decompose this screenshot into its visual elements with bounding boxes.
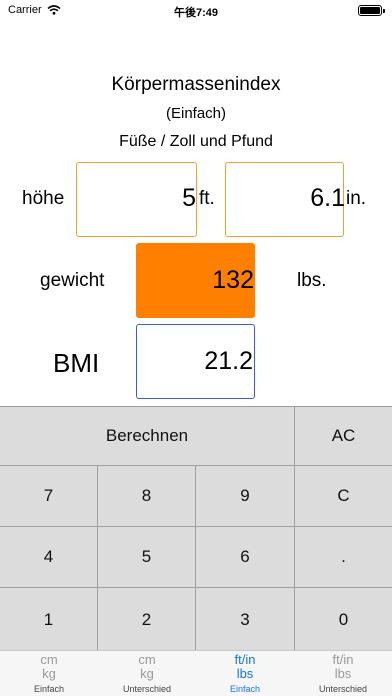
feet-value: 5 [182, 184, 196, 212]
keypad: Berechnen AC 7 8 9 C 4 5 6 . 1 2 3 0 [0, 406, 392, 651]
inches-unit-label: in. [346, 188, 367, 209]
clear-button[interactable]: C [295, 466, 392, 527]
weight-unit-label: lbs. [297, 270, 327, 291]
key-1[interactable]: 1 [0, 588, 98, 651]
unit-description: Füße / Zoll und Pfund [119, 133, 273, 150]
tab-line2: lbs [334, 666, 352, 681]
key-2[interactable]: 2 [98, 588, 196, 651]
decimal-point-key[interactable]: . [295, 527, 392, 588]
tab-metric-simple[interactable]: cm kg Einfach [0, 651, 98, 696]
tab-line1: ft/in [332, 652, 354, 667]
key-0[interactable]: 0 [295, 588, 392, 651]
tab-imperial-difference[interactable]: ft/in lbs Unterschied [294, 651, 392, 696]
tab-imperial-simple[interactable]: ft/in lbs Einfach [196, 651, 294, 696]
key-6[interactable]: 6 [196, 527, 295, 588]
key-9[interactable]: 9 [196, 466, 295, 527]
page-title: Körpermassenindex [111, 74, 281, 95]
page-subtitle: (Einfach) [165, 105, 227, 122]
tab-caption: Einfach [229, 684, 261, 694]
tab-caption: Unterschied [318, 684, 368, 694]
calculate-button[interactable]: Berechnen [0, 407, 295, 466]
status-bar: Carrier 午後7:49 [0, 0, 392, 22]
feet-unit-label: ft. [199, 188, 215, 209]
tab-caption: Unterschied [122, 684, 172, 694]
tab-line2: lbs [236, 666, 254, 681]
tab-line1: cm [138, 652, 156, 667]
battery-icon [358, 5, 385, 16]
tab-caption: Einfach [33, 684, 65, 694]
tab-metric-difference[interactable]: cm kg Unterschied [98, 651, 196, 696]
tab-line2: kg [42, 666, 56, 681]
key-5[interactable]: 5 [98, 527, 196, 588]
key-8[interactable]: 8 [98, 466, 196, 527]
weight-label: gewicht [40, 270, 105, 291]
height-label: höhe [22, 188, 65, 209]
key-4[interactable]: 4 [0, 527, 98, 588]
key-3[interactable]: 3 [196, 588, 295, 651]
tab-bar: cm kg Einfach cm kg Unterschied ft/in lb… [0, 650, 392, 696]
status-time: 午後7:49 [173, 7, 219, 19]
tab-line1: ft/in [234, 652, 256, 667]
bmi-label: BMI [53, 348, 100, 378]
key-7[interactable]: 7 [0, 466, 98, 527]
all-clear-button[interactable]: AC [295, 407, 392, 466]
tab-line2: kg [140, 666, 154, 681]
bmi-value: 21.2 [204, 347, 253, 375]
tab-line1: cm [40, 652, 58, 667]
weight-value: 132 [212, 266, 254, 294]
inches-value: 6.1 [310, 184, 345, 212]
